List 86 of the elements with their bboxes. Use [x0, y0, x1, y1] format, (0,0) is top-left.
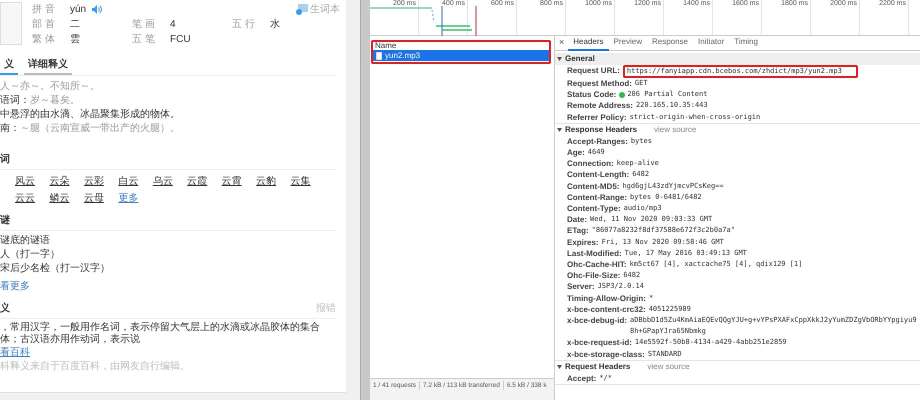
header-name: Content-Type: — [567, 203, 621, 214]
word-link[interactable]: 云朵 — [49, 175, 84, 188]
scrollbar[interactable] — [360, 0, 370, 400]
wordbook-icon[interactable] — [296, 4, 308, 15]
word-link[interactable]: 白云 — [118, 175, 153, 188]
panel-tab[interactable]: Preview — [608, 36, 647, 50]
header-name: ETag: — [567, 225, 589, 237]
speaker-icon[interactable] — [92, 5, 102, 14]
header-name: Content-Length: — [567, 169, 630, 181]
header-name: x-bce-storage-class: — [567, 348, 645, 360]
triangle-icon[interactable] — [557, 57, 562, 61]
section-title: Response Headers — [565, 124, 638, 136]
header-name: x-bce-content-crc32: — [567, 304, 646, 316]
word-link[interactable]: 乌云 — [152, 175, 188, 188]
definition-line: 语词：岁～暮矣。 — [0, 94, 81, 107]
word-link[interactable]: 云霞 — [187, 175, 222, 188]
section-title: General — [565, 53, 595, 65]
field-value: 二 — [70, 18, 80, 31]
source-note: 科释义来自于百度百科，由网友自行编辑。 — [0, 360, 191, 373]
definition-line: 中悬浮的由水滴、冰晶聚集形成的物体。 — [0, 108, 181, 121]
view-source-link[interactable]: view source — [654, 124, 696, 136]
panel-tab[interactable]: Response — [646, 36, 693, 50]
header-name: Referrer Policy: — [567, 112, 627, 123]
field-label: 五笔 — [132, 33, 159, 46]
field-value: 雲 — [70, 33, 80, 46]
riddle-text: 谜底的谜语 — [0, 234, 51, 247]
header-name: Ohc-File-Size: — [567, 270, 620, 282]
triangle-icon[interactable] — [557, 128, 562, 132]
word-link[interactable]: 鳞云 — [49, 192, 84, 205]
field-label: 部首 — [32, 18, 59, 31]
field-value: FCU — [170, 33, 191, 46]
definition-line: 南：～腿（云南宣威一带出产的火腿）。 — [0, 122, 181, 135]
header-name: Content-MD5: — [567, 180, 620, 192]
word-link[interactable]: 云母 — [84, 192, 118, 205]
file-icon — [376, 52, 382, 60]
riddle-text: 人（打一字） — [0, 248, 61, 261]
panel-tab[interactable]: Headers — [568, 36, 609, 50]
word-link[interactable]: 云彩 — [84, 175, 118, 188]
more-link[interactable]: 更多 — [118, 192, 153, 205]
pinyin-text: yún — [70, 3, 86, 16]
header-name: Last-Modified: — [567, 248, 622, 260]
section-heading: 义 — [0, 302, 10, 315]
field-label: 繁体 — [32, 33, 59, 46]
header-name: Connection: — [567, 158, 614, 170]
panel-tab[interactable]: Timing — [729, 36, 763, 50]
definition-tab[interactable]: 详细释义 — [24, 58, 72, 75]
header-name: Remote Address: — [567, 100, 633, 112]
header-name: x-bce-debug-id: — [567, 315, 627, 326]
request-row[interactable]: yun2.mp3 — [373, 50, 549, 61]
close-button[interactable]: × — [555, 36, 568, 50]
header-name: Status Code: — [567, 89, 616, 100]
header-name: Timing-Allow-Origin: — [567, 292, 646, 304]
header-name: Content-Range: — [567, 192, 627, 204]
header-name: Request Method: — [567, 78, 632, 90]
field-label: 笔画 — [132, 18, 159, 31]
header-name: Ohc-Cache-HIT: — [567, 259, 627, 270]
panel-tab[interactable]: Initiator — [693, 36, 730, 50]
encyclopedia-link[interactable]: 看百科 — [0, 346, 30, 359]
word-link[interactable]: 云云 — [15, 192, 50, 205]
view-source-link[interactable]: view source — [647, 360, 690, 373]
section-heading: 谜 — [0, 214, 336, 231]
header-name: Request URL: — [567, 65, 620, 76]
section-heading: 词 — [0, 153, 336, 170]
more-link[interactable]: 看更多 — [0, 280, 30, 293]
header-name: x-bce-request-id: — [567, 337, 632, 349]
definition-line: 人～亦～。不知所～。 — [0, 80, 101, 93]
header-name: Expires: — [567, 236, 599, 248]
header-name: Accept-Ranges: — [567, 136, 628, 148]
header-name: Accept: — [567, 372, 596, 384]
field-label: 拼音 — [32, 3, 59, 16]
triangle-icon[interactable] — [557, 364, 562, 369]
word-link[interactable]: 云集 — [290, 175, 325, 188]
field-value: 4 — [170, 18, 176, 31]
riddle-text: 宋后少名检（打一汉字） — [0, 262, 111, 275]
header-name: Age: — [567, 147, 585, 158]
word-link[interactable]: 云霄 — [222, 175, 256, 188]
encyclopedia-text: ，常用汉字，一般用作名词，表示停留大气层上的水滴或冰晶胶体的集合体；古汉语亦用作动词，表示说 — [0, 322, 321, 346]
word-link[interactable]: 云豹 — [256, 175, 291, 188]
header-name: Server: — [567, 281, 595, 293]
word-link[interactable]: 风云 — [15, 175, 50, 188]
section-title: Request Headers — [565, 360, 630, 373]
field-label: 五行 — [232, 18, 259, 31]
column-header: Name — [374, 42, 398, 50]
definition-tab[interactable]: 义 — [0, 58, 18, 75]
field-value: 水 — [270, 18, 280, 31]
header-name: Date: — [567, 214, 588, 226]
